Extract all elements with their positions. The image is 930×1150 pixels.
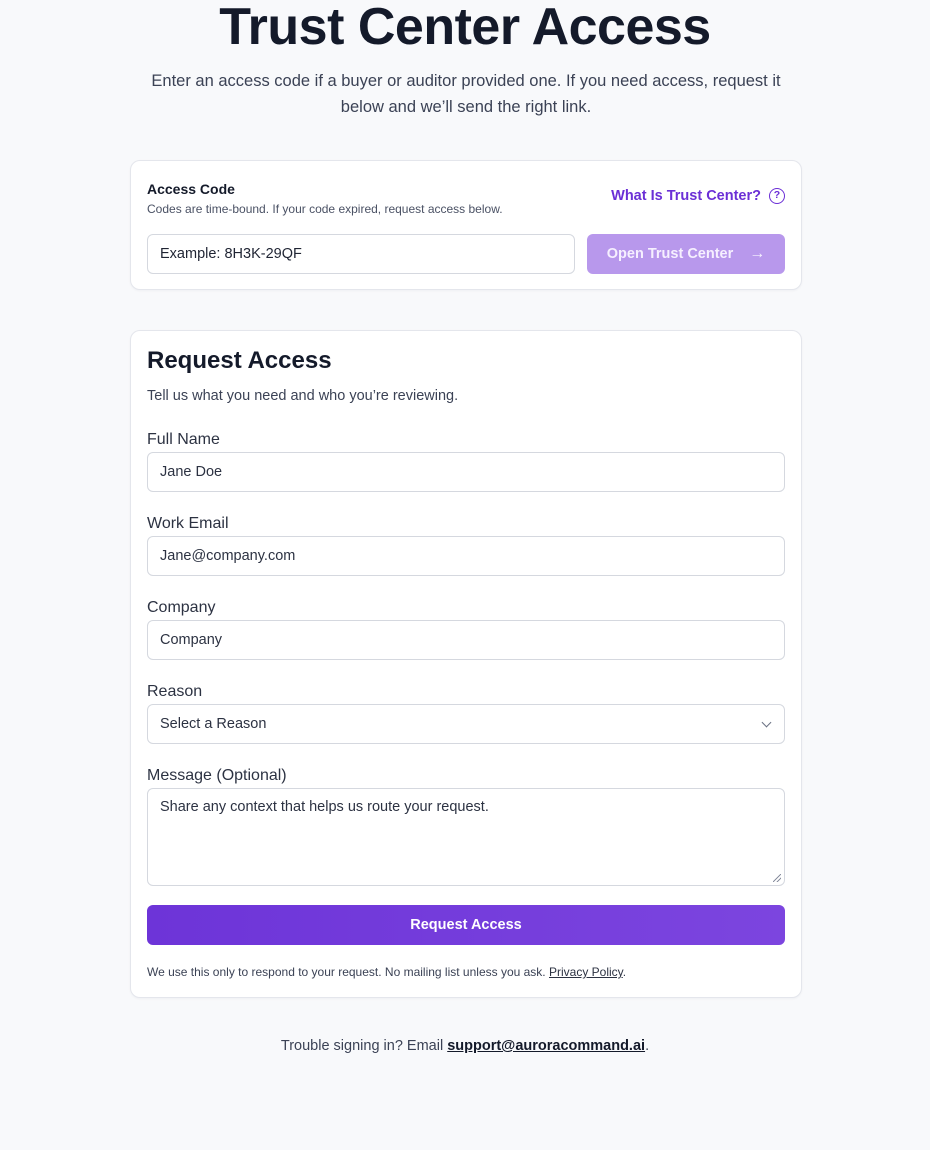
page-title: Trust Center Access — [219, 0, 711, 56]
open-trust-center-label: Open Trust Center — [606, 246, 734, 262]
access-code-label: Access Code — [147, 181, 235, 197]
support-email-link[interactable]: support@auroracommand.ai — [447, 1038, 645, 1054]
reason-select-value: Select a Reason — [160, 716, 267, 732]
full-name-label: Full Name — [147, 431, 220, 448]
resize-handle-icon[interactable] — [773, 874, 781, 882]
request-access-button[interactable]: Request Access — [147, 905, 785, 945]
what-is-trust-center-label: What Is Trust Center? — [611, 188, 761, 204]
disclaimer-period: . — [622, 965, 627, 979]
request-access-subtitle: Tell us what you need and who you’re rev… — [147, 388, 459, 404]
request-access-card: Request Access Tell us what you need and… — [130, 330, 802, 998]
footer-period: . — [645, 1038, 650, 1054]
support-footer: Trouble signing in? Email support@aurora… — [0, 1038, 930, 1054]
open-trust-center-button[interactable]: Open Trust Center → — [587, 234, 785, 274]
company-input[interactable]: Company — [147, 620, 785, 660]
question-circle-icon: ? — [769, 188, 785, 204]
message-label: Message (Optional) — [147, 767, 287, 784]
arrow-right-icon: → — [749, 245, 766, 262]
disclaimer-text: We use this only to respond to your requ… — [147, 965, 546, 979]
page-subtitle: Enter an access code if a buyer or audit… — [151, 72, 781, 116]
footer-text: Trouble signing in? Email — [280, 1038, 444, 1054]
work-email-input[interactable]: Jane@company.com — [147, 536, 785, 576]
access-code-input[interactable]: Example: 8H3K-29QF — [147, 234, 575, 274]
reason-select[interactable]: Select a Reason — [147, 704, 785, 744]
privacy-policy-link[interactable]: Privacy Policy — [549, 965, 623, 979]
access-code-help: Codes are time-bound. If your code expir… — [147, 202, 503, 216]
request-access-title: Request Access — [147, 347, 332, 374]
message-placeholder: Share any context that helps us route yo… — [160, 799, 489, 815]
privacy-disclaimer: We use this only to respond to your requ… — [147, 965, 626, 979]
full-name-input[interactable]: Jane Doe — [147, 452, 785, 492]
chevron-down-icon — [761, 717, 772, 727]
company-label: Company — [147, 599, 216, 616]
reason-label: Reason — [147, 683, 203, 700]
message-textarea[interactable]: Share any context that helps us route yo… — [147, 788, 785, 886]
access-code-card: Access Code Codes are time-bound. If you… — [130, 160, 802, 290]
what-is-trust-center-link[interactable]: What Is Trust Center? ? — [611, 188, 785, 204]
work-email-label: Work Email — [147, 515, 229, 532]
